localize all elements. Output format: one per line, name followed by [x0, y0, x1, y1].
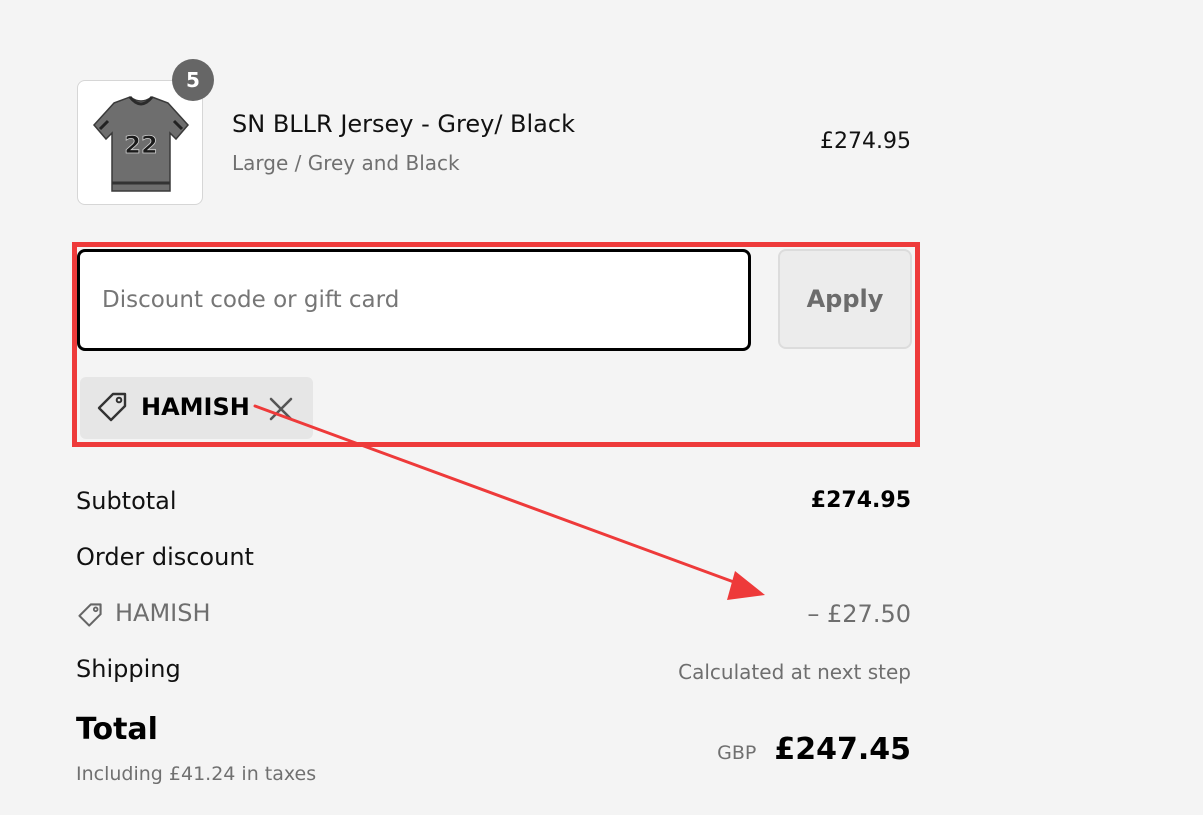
product-variant: Large / Grey and Black [232, 151, 460, 175]
currency-code: GBP [717, 742, 757, 764]
quantity-badge: 5 [172, 59, 214, 101]
close-icon[interactable] [266, 394, 296, 428]
svg-text:22: 22 [124, 131, 157, 159]
total-amount-group: GBP £247.45 [717, 732, 911, 767]
discount-code-input[interactable] [77, 249, 751, 351]
tag-icon [96, 391, 128, 427]
discount-amount: – £27.50 [807, 600, 911, 628]
total-label: Total [76, 712, 158, 747]
tag-icon [77, 602, 103, 632]
subtotal-label: Subtotal [76, 487, 177, 515]
shipping-value: Calculated at next step [678, 660, 911, 684]
tax-note: Including £41.24 in taxes [76, 763, 317, 785]
shipping-label: Shipping [76, 655, 181, 683]
product-name: SN BLLR Jersey - Grey/ Black [232, 110, 575, 138]
apply-button[interactable]: Apply [778, 249, 912, 349]
product-price: £274.95 [820, 129, 911, 154]
applied-code-label: HAMISH [141, 393, 250, 421]
order-discount-label: Order discount [76, 543, 254, 571]
discount-code-label: HAMISH [115, 599, 211, 627]
subtotal-value: £274.95 [810, 488, 911, 513]
total-amount: £247.45 [774, 732, 911, 767]
